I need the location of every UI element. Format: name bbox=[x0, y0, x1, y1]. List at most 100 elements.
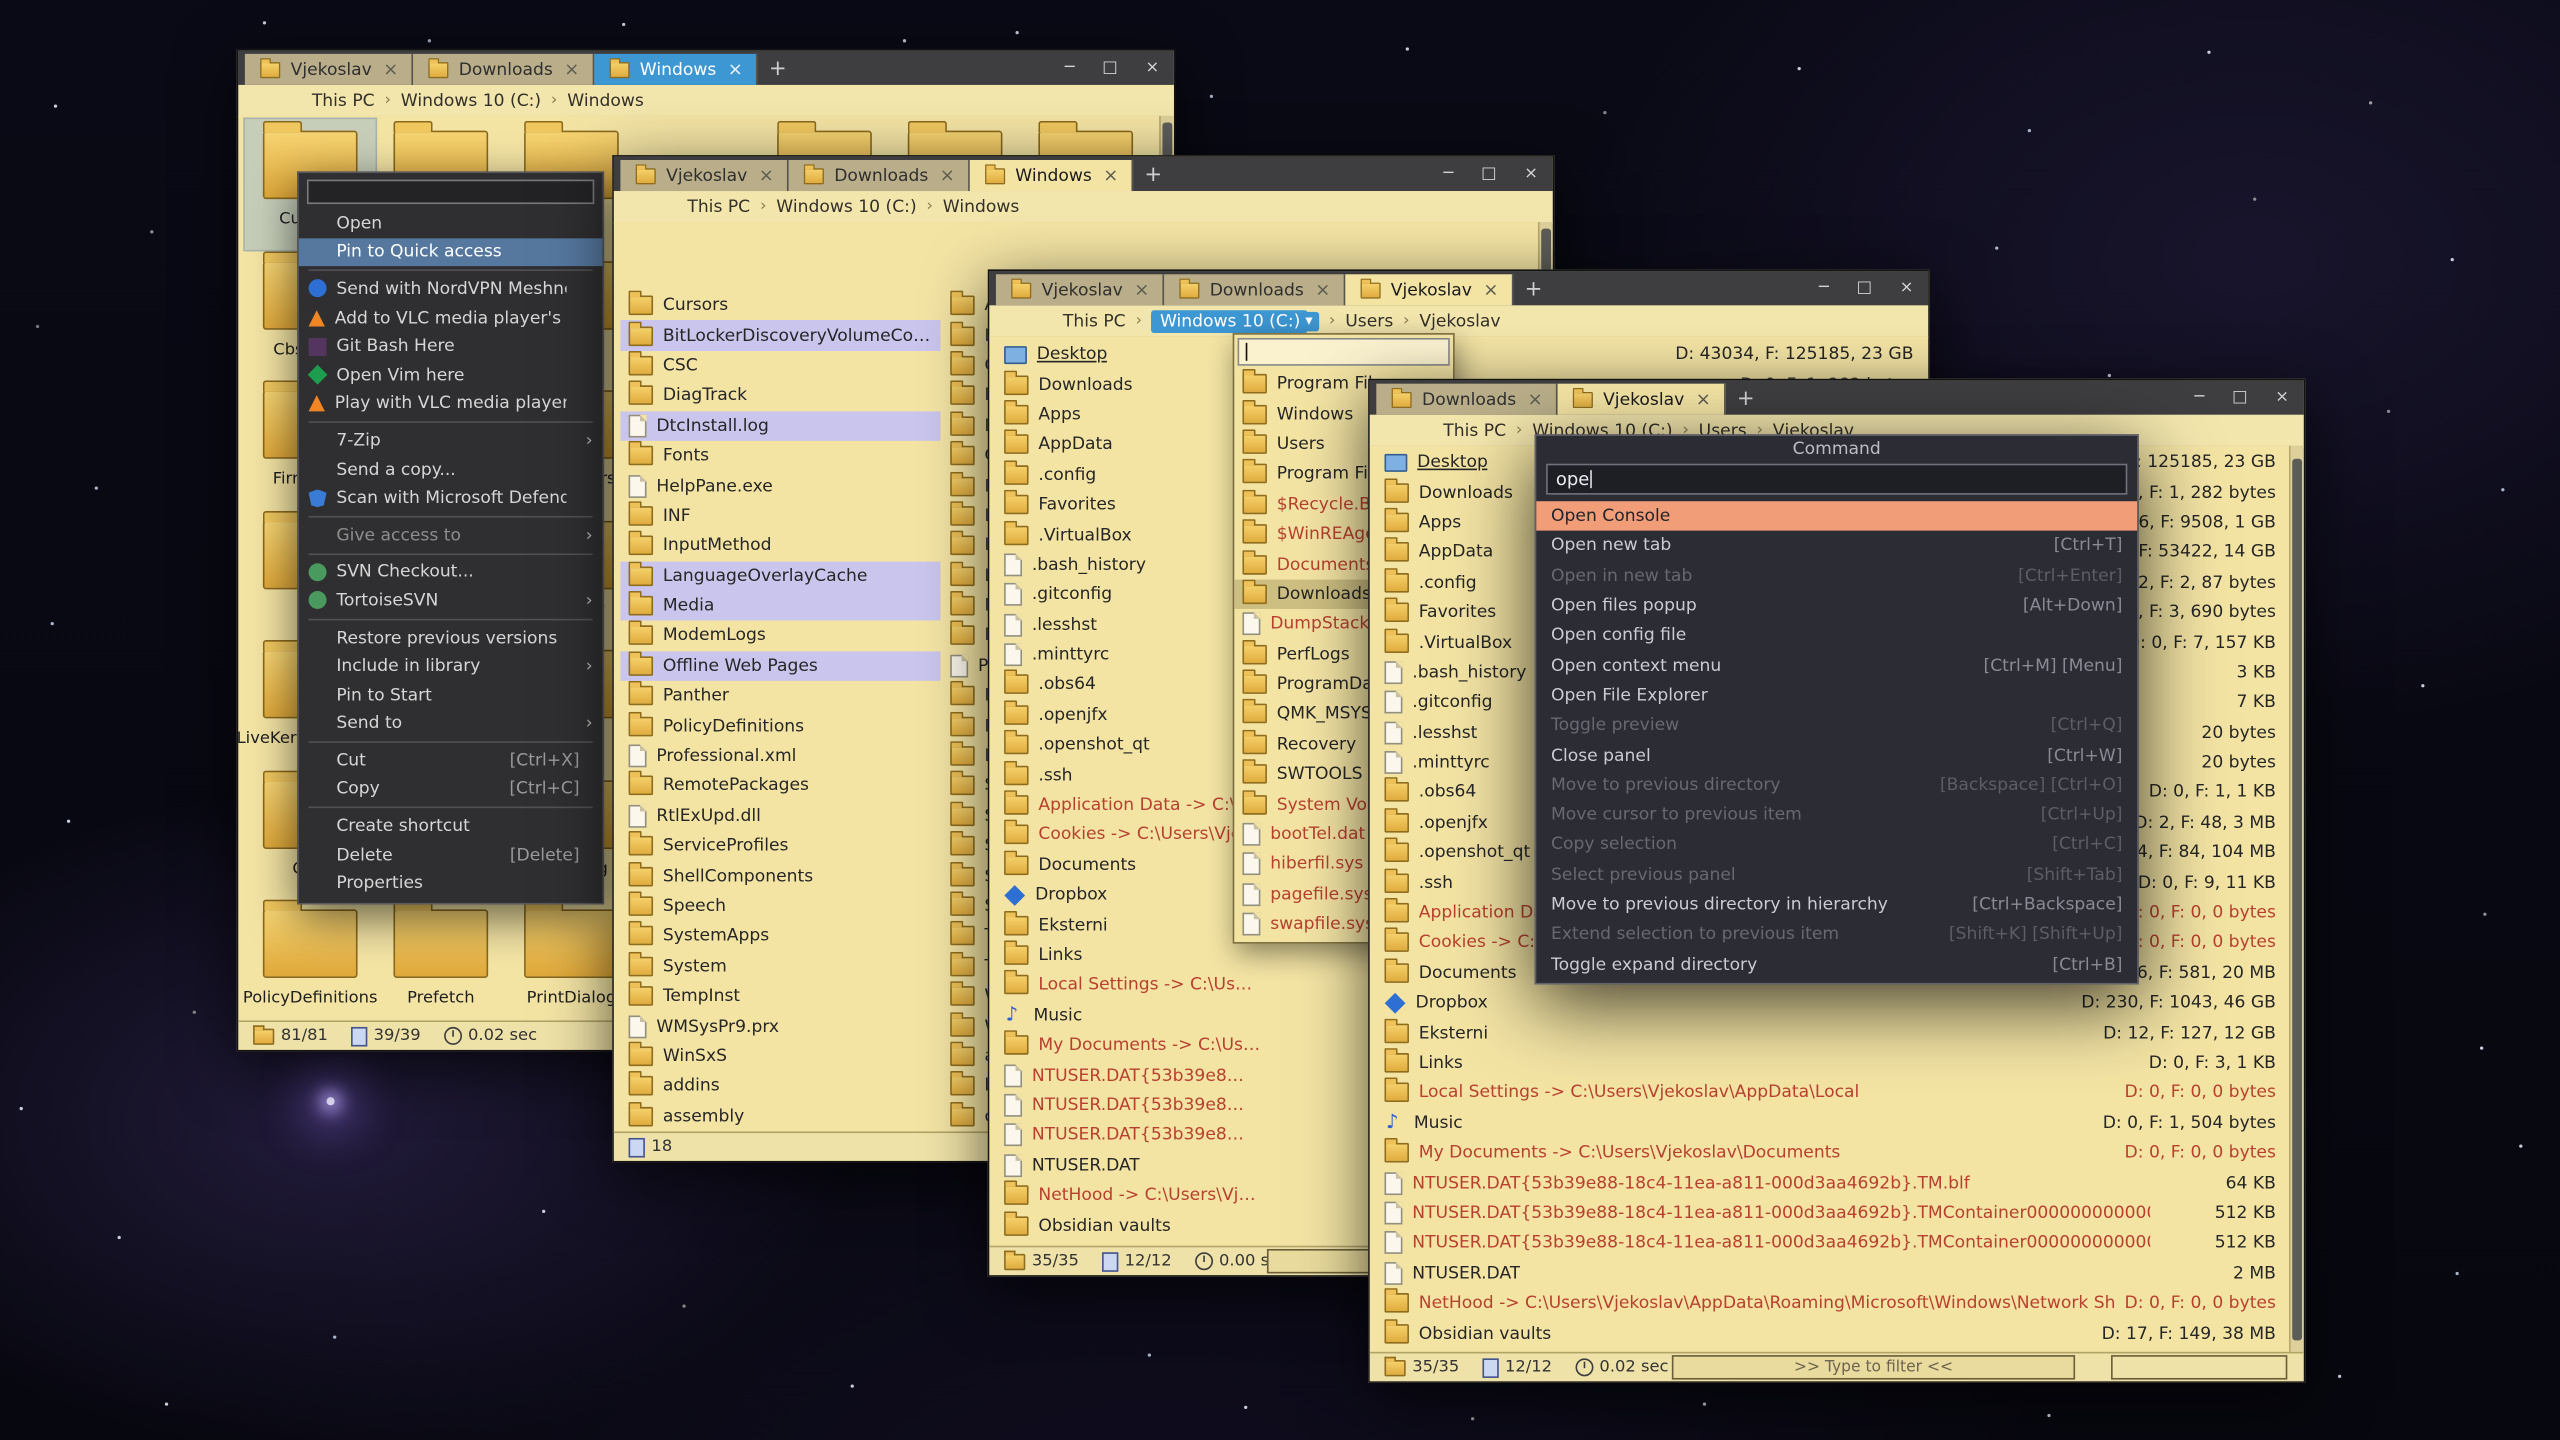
filter-input[interactable]: >> Type to filter << bbox=[1672, 1355, 2075, 1379]
file-row[interactable]: Dropbox D: 230, F: 1043, 46 GB bbox=[1376, 988, 2284, 1018]
context-menu-item[interactable]: Restore previous versions bbox=[299, 623, 603, 652]
minimize-button[interactable]: ─ bbox=[2194, 389, 2204, 407]
close-button[interactable]: × bbox=[2275, 389, 2289, 407]
breadcrumb-item[interactable]: Windows 10 (C:) › bbox=[401, 91, 567, 111]
close-button[interactable]: × bbox=[1145, 59, 1159, 77]
tab[interactable]: Vjekoslav × bbox=[1557, 384, 1725, 415]
file-row[interactable]: My Documents -> C:\Users\Vjekoslav\Docum… bbox=[1376, 1138, 2284, 1168]
context-menu-item[interactable]: Properties bbox=[299, 869, 603, 898]
file-row[interactable]: RtlExUpd.dll bbox=[620, 801, 940, 831]
file-row[interactable]: NetHood -> C:\Users\Vjekoslav\AppData\Ro… bbox=[1376, 1288, 2284, 1318]
file-row[interactable]: Links D: 0, F: 3, 1 KB bbox=[1376, 1048, 2284, 1078]
tab-close-icon[interactable]: × bbox=[1696, 389, 1711, 410]
tab-close-icon[interactable]: × bbox=[1103, 165, 1118, 186]
file-row[interactable]: DtcInstall.log bbox=[620, 411, 940, 441]
command-palette-item[interactable]: Open new tab [Ctrl+T] bbox=[1536, 531, 2137, 561]
context-menu-item[interactable]: Open Vim here bbox=[299, 361, 603, 390]
command-palette-item[interactable]: Open Console bbox=[1536, 501, 2137, 531]
maximize-button[interactable]: □ bbox=[1857, 279, 1872, 297]
maximize-button[interactable]: □ bbox=[1481, 165, 1496, 183]
command-palette-item[interactable]: Open files popup [Alt+Down] bbox=[1536, 591, 2137, 621]
command-palette-item[interactable]: Close panel [Ctrl+W] bbox=[1536, 740, 2137, 770]
maximize-button[interactable]: □ bbox=[2232, 389, 2247, 407]
minimize-button[interactable]: ─ bbox=[1443, 165, 1453, 183]
tab[interactable]: Windows × bbox=[970, 160, 1133, 191]
context-menu-item[interactable]: Pin to Start bbox=[299, 681, 603, 710]
file-grid-item[interactable]: Prefetch bbox=[376, 898, 507, 1022]
command-palette-item[interactable]: Copy selection [Ctrl+C] bbox=[1536, 830, 2137, 860]
new-tab-button[interactable]: + bbox=[1144, 167, 1162, 183]
breadcrumb-item[interactable]: Windows 10 (C:) › bbox=[776, 197, 942, 217]
file-row[interactable]: Eksterni D: 12, F: 127, 12 GB bbox=[1376, 1018, 2284, 1048]
new-tab-button[interactable]: + bbox=[1737, 391, 1755, 407]
context-menu-item[interactable]: Add to VLC media player's Playlist bbox=[299, 303, 603, 332]
tab-close-icon[interactable]: × bbox=[1483, 279, 1498, 300]
file-row[interactable]: BitLockerDiscoveryVolumeContents bbox=[620, 321, 940, 351]
context-menu-item[interactable]: Delete [Delete] bbox=[299, 841, 603, 870]
command-palette-item[interactable]: Move to previous directory [Backspace] [… bbox=[1536, 770, 2137, 800]
file-row[interactable]: NTUSER.DAT{53b39e88-18c4-11ea-a811-000d3… bbox=[1376, 1228, 2284, 1258]
context-menu-item[interactable]: Include in library › bbox=[299, 652, 603, 681]
file-row[interactable]: Fonts bbox=[620, 441, 940, 471]
breadcrumb-item[interactable]: Vjekoslav › bbox=[1419, 311, 1500, 331]
scrollbar-thumb[interactable] bbox=[2292, 459, 2302, 1341]
tab-close-icon[interactable]: × bbox=[1315, 279, 1330, 300]
file-row[interactable]: ShellComponents bbox=[620, 861, 940, 891]
context-menu-item[interactable]: Pin to Quick access bbox=[299, 238, 603, 267]
context-menu-item[interactable]: Open bbox=[299, 209, 603, 238]
tab-close-icon[interactable]: × bbox=[759, 165, 774, 186]
file-row[interactable]: LanguageOverlayCache bbox=[620, 561, 940, 591]
tab[interactable]: Windows × bbox=[594, 54, 757, 85]
file-row[interactable]: Professional.xml bbox=[620, 741, 940, 771]
command-palette-item[interactable]: Open context menu [Ctrl+M] [Menu] bbox=[1536, 651, 2137, 681]
context-menu-item[interactable]: Copy [Ctrl+C] bbox=[299, 775, 603, 804]
context-menu-item[interactable]: Send a copy... bbox=[299, 455, 603, 484]
file-row[interactable]: Media bbox=[620, 591, 940, 621]
file-row[interactable]: Obsidian vaults D: 17, F: 149, 38 MB bbox=[1376, 1318, 2284, 1348]
command-palette-item[interactable]: Toggle expand directory [Ctrl+B] bbox=[1536, 949, 2137, 979]
breadcrumb-item[interactable]: Windows › bbox=[567, 91, 644, 111]
context-menu-item[interactable]: Send to › bbox=[299, 709, 603, 738]
file-row[interactable]: CSC bbox=[620, 351, 940, 381]
tab-close-icon[interactable]: × bbox=[564, 59, 579, 80]
file-row[interactable]: Speech bbox=[620, 891, 940, 921]
tab-close-icon[interactable]: × bbox=[1134, 279, 1149, 300]
file-row[interactable]: PolicyDefinitions bbox=[620, 711, 940, 741]
new-tab-button[interactable]: + bbox=[1525, 282, 1543, 298]
maximize-button[interactable]: □ bbox=[1102, 59, 1117, 77]
command-palette-item[interactable]: Open File Explorer bbox=[1536, 680, 2137, 710]
minimize-button[interactable]: ─ bbox=[1065, 59, 1075, 77]
file-row[interactable]: NTUSER.DAT{53b39e88-18c4-11ea-a811-000d3… bbox=[1376, 1168, 2284, 1198]
file-row[interactable]: NTUSER.DAT 2 MB bbox=[1376, 1258, 2284, 1288]
file-row[interactable]: NTUSER.DAT{53b39e88-18c4-11ea-a811-000d3… bbox=[1376, 1198, 2284, 1228]
tab[interactable]: Vjekoslav × bbox=[245, 54, 413, 85]
file-row[interactable]: Desktop D: 43034, F: 125185, 23 GB bbox=[996, 340, 1922, 370]
tab-close-icon[interactable]: × bbox=[383, 59, 398, 80]
command-palette-item[interactable]: Open in new tab [Ctrl+Enter] bbox=[1536, 561, 2137, 591]
context-menu-item[interactable]: Cut [Ctrl+X] bbox=[299, 746, 603, 775]
file-row[interactable]: InputMethod bbox=[620, 531, 940, 561]
command-palette-item[interactable]: Select previous panel [Shift+Tab] bbox=[1536, 860, 2137, 890]
context-menu-item[interactable]: Send with NordVPN Meshnet bbox=[299, 275, 603, 304]
tab[interactable]: Downloads × bbox=[1376, 384, 1557, 415]
command-palette-item[interactable]: Move cursor to previous item [Ctrl+Up] bbox=[1536, 800, 2137, 830]
file-row[interactable]: TempInst bbox=[620, 981, 940, 1011]
file-row[interactable]: WMSysPr9.prx bbox=[620, 1011, 940, 1041]
minimize-button[interactable]: ─ bbox=[1819, 279, 1829, 297]
file-row[interactable]: System bbox=[620, 951, 940, 981]
scrollbar[interactable] bbox=[2289, 446, 2304, 1354]
breadcrumb-item[interactable]: Windows › bbox=[943, 197, 1020, 217]
file-row[interactable]: Music D: 0, F: 1, 504 bytes bbox=[1376, 1108, 2284, 1138]
context-menu-item[interactable]: Create shortcut bbox=[299, 812, 603, 841]
file-row[interactable]: WinSxS bbox=[620, 1041, 940, 1071]
context-menu-item[interactable]: 7-Zip › bbox=[299, 426, 603, 455]
breadcrumb-item[interactable]: Windows 10 (C:) ▾ › bbox=[1152, 309, 1345, 332]
file-row[interactable]: Cursors bbox=[620, 291, 940, 321]
breadcrumb-item[interactable]: This PC › bbox=[1443, 420, 1532, 440]
file-row[interactable]: DiagTrack bbox=[620, 381, 940, 411]
breadcrumb-item[interactable]: This PC › bbox=[312, 91, 401, 111]
tab[interactable]: Downloads × bbox=[788, 160, 969, 191]
breadcrumb-item[interactable]: This PC › bbox=[1063, 311, 1152, 331]
context-menu-item[interactable]: Play with VLC media player bbox=[299, 389, 603, 418]
file-row[interactable]: SystemApps bbox=[620, 921, 940, 951]
